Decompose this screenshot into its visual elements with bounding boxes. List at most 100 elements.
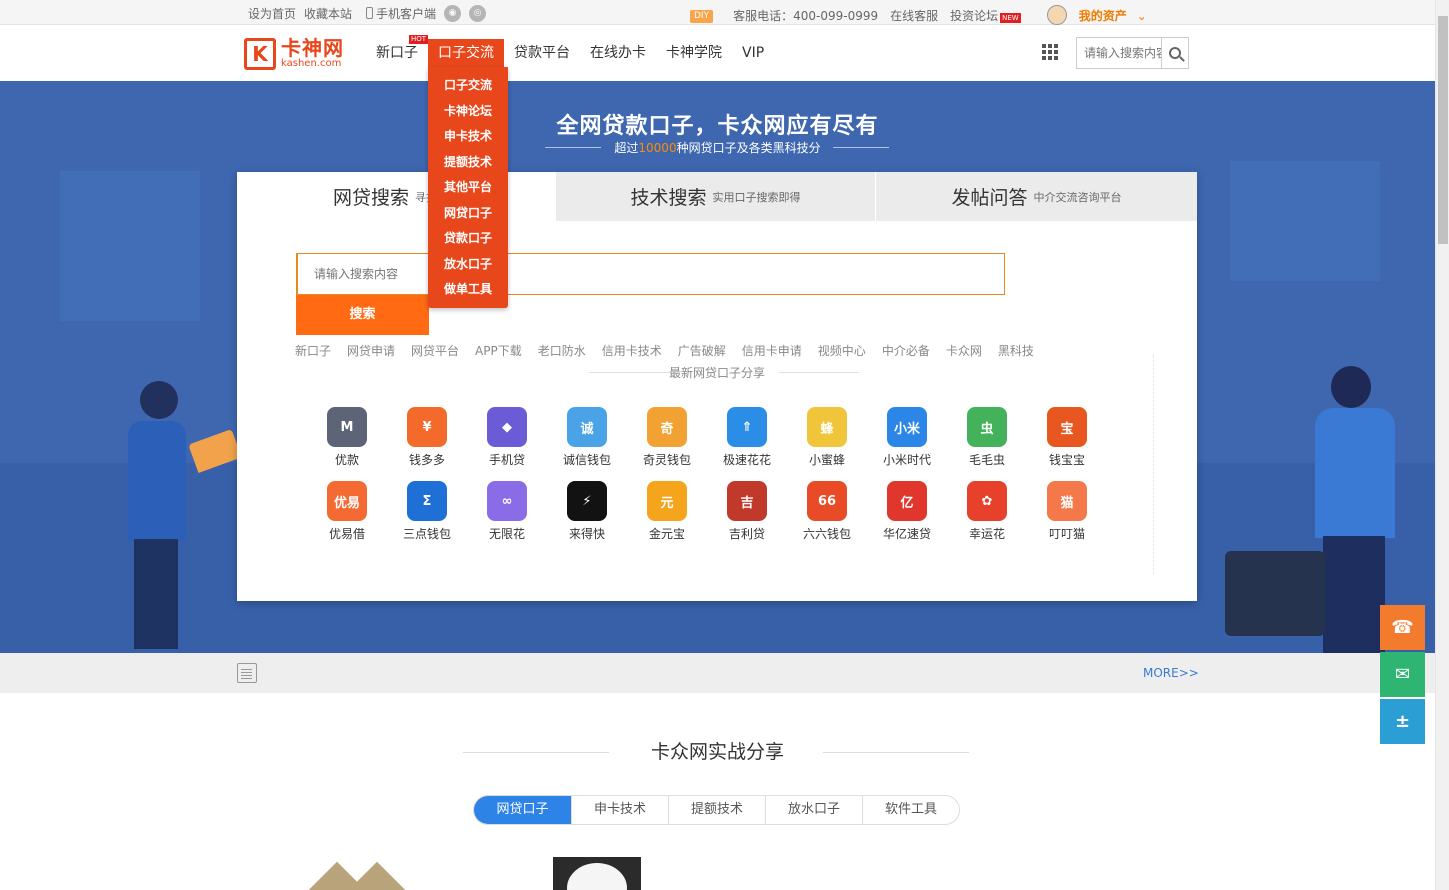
app-name: 毛毛虫 (968, 453, 1005, 467)
nav-item-vip[interactable]: VIP (732, 39, 774, 67)
dropdown-item[interactable]: 申卡技术 (428, 124, 508, 150)
logo-name: 卡神网 (281, 36, 344, 60)
dropdown-item[interactable]: 卡神论坛 (428, 99, 508, 125)
more-link[interactable]: MORE>> (1143, 666, 1199, 680)
top-bar: 设为首页 收藏本站 手机客户端 ◉ ◎ DIY 客服电话：400-099-099… (0, 0, 1435, 25)
my-assets-link[interactable]: 我的资产 ⌄ (1079, 7, 1147, 24)
dropdown-item[interactable]: 提额技术 (428, 150, 508, 176)
dropdown-item[interactable]: 做单工具 (428, 277, 508, 303)
app-item[interactable]: ⇑ 极速花花 (707, 407, 787, 468)
keyword-link[interactable]: 老口防水 (538, 342, 586, 359)
main-search-box (296, 253, 1005, 295)
app-name: 极速花花 (722, 453, 771, 467)
diy-badge: DIY (690, 10, 714, 23)
search-card: 网贷搜索 寻找你要 技术搜索 实用口子搜索即得 发帖问答 中介交流咨询平台 搜索… (237, 172, 1197, 601)
header-search-input[interactable] (1077, 38, 1161, 68)
app-name: 来得快 (568, 527, 605, 541)
tab-pill-card-tech[interactable]: 申卡技术 (571, 796, 668, 824)
app-item[interactable]: Σ 三点钱包 (387, 481, 467, 542)
tab-tech-search[interactable]: 技术搜索 实用口子搜索即得 (555, 172, 875, 221)
keyword-link[interactable]: 广告破解 (678, 342, 726, 359)
app-item[interactable]: ¥ 钱多多 (387, 407, 467, 468)
weibo-icon[interactable]: ◉ (444, 5, 462, 22)
tab-pill-software-tools[interactable]: 软件工具 (862, 796, 959, 824)
app-item[interactable]: 小米 小米时代 (867, 407, 947, 468)
app-logo-icon: ✿ (967, 481, 1007, 521)
main-search-input[interactable] (298, 254, 1004, 294)
keyword-link[interactable]: 网贷申请 (347, 342, 395, 359)
header-search-button[interactable] (1161, 38, 1188, 68)
app-name: 小蜜蜂 (808, 453, 845, 467)
dropdown-item[interactable]: 其他平台 (428, 175, 508, 201)
app-logo-icon: ⇑ (727, 407, 767, 447)
app-item[interactable]: 虫毛毛虫 (947, 407, 1027, 468)
scrollbar-thumb[interactable] (1438, 16, 1448, 244)
keyword-link[interactable]: APP下载 (475, 342, 522, 359)
dropdown-item[interactable]: 放水口子 (428, 252, 508, 278)
forum-link[interactable]: 投资论坛 NEW (950, 7, 1021, 24)
app-item[interactable]: ✿ 幸运花 (947, 481, 1027, 542)
apps-grid-icon[interactable] (1042, 44, 1058, 60)
app-logo-icon: 诚 (567, 407, 607, 447)
avatar[interactable] (1046, 5, 1067, 25)
app-name: 无限花 (488, 527, 525, 541)
wechat-button[interactable]: ✉ (1380, 652, 1425, 697)
keyword-link[interactable]: 新口子 (295, 342, 331, 359)
wechat-icon[interactable]: ◎ (469, 5, 487, 22)
app-item[interactable]: 宝钱宝宝 (1027, 407, 1107, 468)
tab-pill-release-kouzi[interactable]: 放水口子 (765, 796, 862, 824)
keyword-link[interactable]: 视频中心 (818, 342, 866, 359)
app-item[interactable]: 猫叮叮猫 (1027, 481, 1107, 542)
app-item[interactable]: 诚诚信钱包 (547, 407, 627, 468)
app-item[interactable]: 亿华亿速贷 (867, 481, 947, 542)
customer-service-button[interactable]: ☎ (1380, 605, 1425, 650)
nav-item-online-card[interactable]: 在线办卡 (580, 39, 656, 67)
tab-pill-limit-tech[interactable]: 提额技术 (668, 796, 765, 824)
scrollbar[interactable] (1435, 0, 1449, 890)
nav-item-academy[interactable]: 卡神学院 (656, 39, 732, 67)
dropdown-item[interactable]: 贷款口子 (428, 226, 508, 252)
keyword-link[interactable]: 卡众网 (946, 342, 982, 359)
dropdown-item[interactable]: 口子交流 (428, 73, 508, 99)
app-logo-icon: M (327, 407, 367, 447)
article-thumbnail[interactable] (553, 857, 641, 890)
main-search-button[interactable]: 搜索 (296, 295, 429, 335)
app-logo-icon: 小米 (887, 407, 927, 447)
customer-service-icon: ☎ (1391, 617, 1414, 638)
news-icon (237, 663, 257, 683)
nav-item-kouzi-exchange[interactable]: 口子交流 (428, 39, 504, 67)
calculator-button[interactable]: ± (1380, 699, 1425, 744)
keyword-link[interactable]: 信用卡技术 (602, 342, 662, 359)
nav-item-loan-platform[interactable]: 贷款平台 (504, 39, 580, 67)
app-logo-icon: ⚡ (567, 481, 607, 521)
set-home-link[interactable]: 设为首页 (248, 5, 296, 22)
keyword-link[interactable]: 信用卡申请 (742, 342, 802, 359)
app-item[interactable]: ⚡ 来得快 (547, 481, 627, 542)
site-logo[interactable]: K 卡神网 kashen.com (244, 38, 344, 70)
app-item[interactable]: 优易 优易借 (307, 481, 387, 542)
app-item[interactable]: ∞ 无限花 (467, 481, 547, 542)
app-logo-icon: 虫 (967, 407, 1007, 447)
tab-pill-loan-kouzi[interactable]: 网贷口子 (474, 796, 571, 824)
app-item[interactable]: 元金元宝 (627, 481, 707, 542)
article-thumbnail[interactable] (308, 861, 406, 890)
keyword-link[interactable]: 黑科技 (998, 342, 1034, 359)
app-item[interactable]: 奇奇灵钱包 (627, 407, 707, 468)
nav-item-new-kouzi[interactable]: 新口子 HOT (366, 35, 428, 67)
app-name: 优款 (334, 453, 359, 467)
news-bar: MORE>> (0, 653, 1435, 693)
diy-link[interactable]: DIY (690, 7, 717, 23)
online-service-link[interactable]: 在线客服 (890, 7, 938, 24)
app-item[interactable]: M 优款 (307, 407, 387, 468)
tab-post-qa[interactable]: 发帖问答 中介交流咨询平台 (875, 172, 1197, 221)
app-item[interactable]: ◆ 手机贷 (467, 407, 547, 468)
app-item[interactable]: 蜂小蜜蜂 (787, 407, 867, 468)
app-item[interactable]: 66 六六钱包 (787, 481, 867, 542)
banner-title: 全网贷款口子，卡众网应有尽有 (556, 114, 879, 139)
keyword-link[interactable]: 中介必备 (882, 342, 930, 359)
keyword-link[interactable]: 网贷平台 (411, 342, 459, 359)
bookmark-link[interactable]: 收藏本站 (304, 5, 352, 22)
dropdown-item[interactable]: 网贷口子 (428, 201, 508, 227)
mobile-client-link[interactable]: 手机客户端 (366, 5, 436, 22)
app-item[interactable]: 吉吉利贷 (707, 481, 787, 542)
